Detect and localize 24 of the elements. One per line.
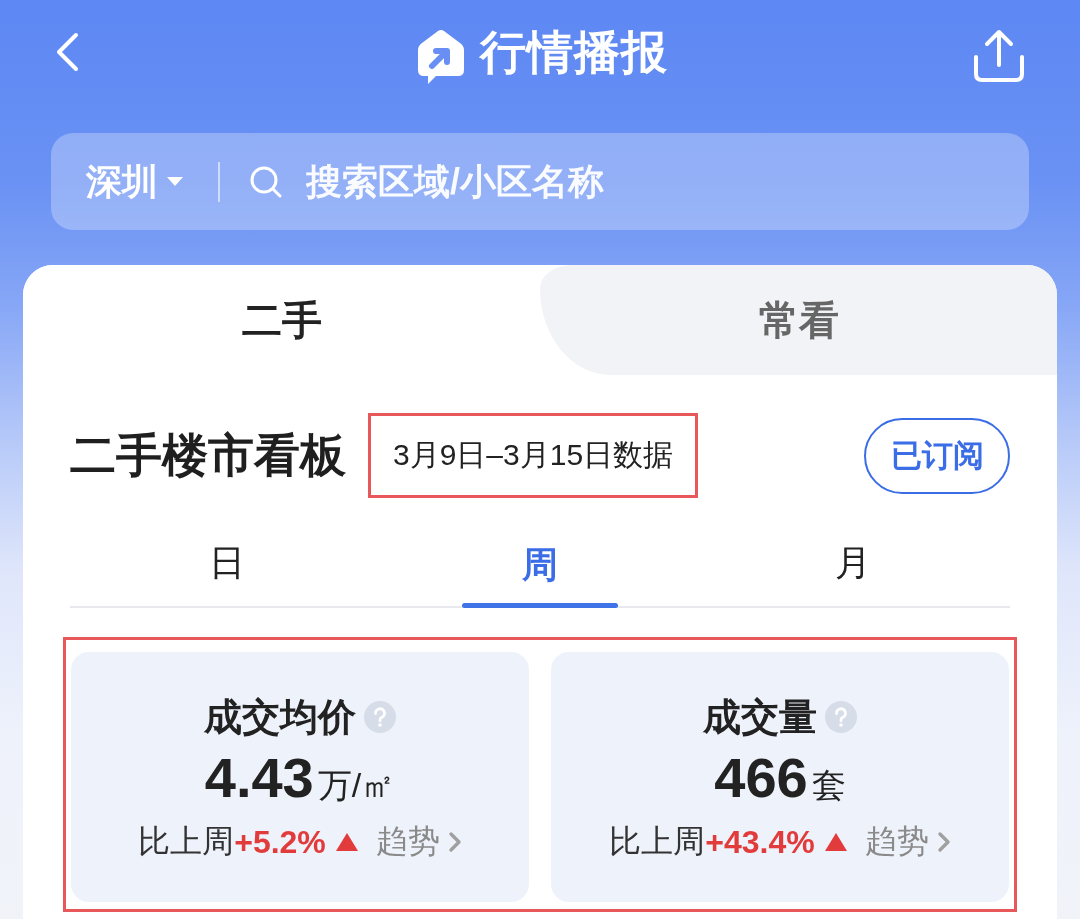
- change-value: +43.4%: [705, 823, 815, 861]
- subscribed-button[interactable]: 已订阅: [864, 417, 1010, 494]
- stat-unit: 套: [811, 765, 846, 806]
- caret-down-icon: [166, 176, 184, 187]
- stat-title: 成交量: [703, 696, 817, 738]
- stat-title: 成交均价: [204, 696, 356, 738]
- period-tab[interactable]: 日: [70, 520, 384, 606]
- chevron-right-icon: [447, 831, 462, 853]
- period-tab[interactable]: 月: [696, 520, 1010, 606]
- chevron-right-icon: [936, 831, 951, 853]
- stat-value: 4.43: [204, 748, 314, 808]
- compare-label: 比上周: [609, 822, 706, 861]
- period-tab[interactable]: 周: [383, 520, 697, 606]
- compare-label: 比上周: [138, 822, 235, 861]
- trend-link[interactable]: 趋势: [864, 820, 951, 864]
- back-icon[interactable]: [54, 31, 80, 73]
- page-title: 行情播报: [480, 25, 668, 80]
- change-value: +5.2%: [234, 823, 326, 861]
- stat-value: 466: [714, 748, 808, 808]
- trend-link[interactable]: 趋势: [375, 820, 462, 864]
- date-range-text: 3月9日–3月15日数据: [393, 437, 674, 473]
- stat-unit: 万/㎡: [317, 765, 396, 806]
- board-title: 二手楼市看板: [70, 427, 346, 483]
- market-tab[interactable]: 常看: [540, 265, 1057, 375]
